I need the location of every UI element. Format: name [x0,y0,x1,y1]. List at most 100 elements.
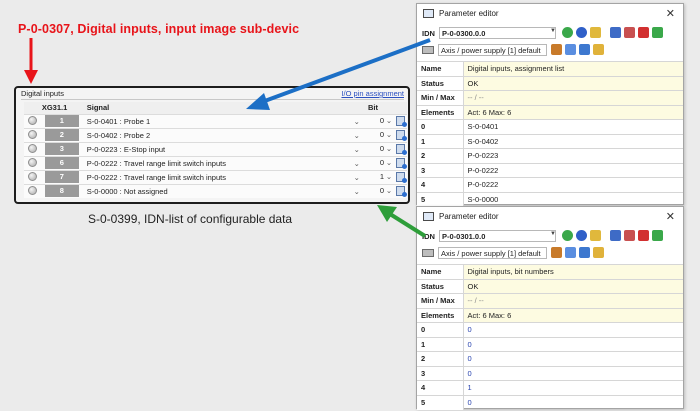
parameter-doc-icon[interactable] [396,116,407,127]
chevron-down-icon[interactable]: ⌄ [352,169,362,184]
wizard-icon[interactable] [593,247,604,258]
chevron-down-icon[interactable]: ⌄ [352,141,362,156]
chevron-down-icon[interactable]: ⌄ [384,172,394,181]
param-value[interactable]: S-0-0402 [463,133,683,149]
chevron-down-icon[interactable]: ▼ [550,231,556,237]
title-bar[interactable]: Parameter editor ✕ [417,207,683,228]
signal-select[interactable]: S-0-0401 : Probe 1 [81,113,353,128]
axis-field[interactable]: Axis / power supply [1] default [438,44,547,56]
table-row: 1 S-0-0401 : Probe 1 ⌄ 0 ⌄ [24,113,407,128]
param-key: 0 [417,119,464,134]
edit-icon[interactable] [579,247,590,258]
bit-select[interactable]: 0 ⌄ [361,183,407,198]
status-led-icon [24,155,42,170]
status-led-icon [24,127,42,142]
bit-select[interactable]: 0 ⌄ [361,113,407,128]
close-icon[interactable]: ✕ [666,7,675,20]
red-arrow-head [24,70,38,84]
param-value[interactable]: 0 [463,365,683,381]
help-icon[interactable] [576,27,587,38]
param-key: 2 [417,351,464,366]
close-icon[interactable]: ✕ [666,210,675,223]
import-icon[interactable] [624,27,635,38]
signal-select[interactable]: P-0-0222 : Travel range limit switch inp… [81,155,353,170]
param-value[interactable]: 0 [463,322,683,337]
chevron-down-icon[interactable]: ⌄ [352,183,362,198]
param-value[interactable]: P-0-0222 [463,177,683,192]
confirm-icon[interactable] [652,230,663,241]
chevron-down-icon[interactable]: ⌄ [384,130,394,139]
param-key: Status [417,278,464,294]
chevron-down-icon[interactable]: ▼ [550,28,556,34]
cancel-icon[interactable] [638,230,649,241]
edit-icon[interactable] [579,44,590,55]
param-value[interactable]: S-0-0000 [463,191,683,207]
param-value: -- / -- [463,90,683,105]
chevron-down-icon[interactable]: ⌄ [352,113,362,128]
param-value[interactable]: 0 [463,336,683,352]
param-value[interactable]: P-0-0223 [463,148,683,163]
signal-select[interactable]: P-0-0222 : Travel range limit switch inp… [81,169,353,184]
table-row: Elements Act: 6 Max: 6 [417,104,683,120]
filter-icon[interactable] [551,247,562,258]
chevron-down-icon[interactable]: ⌄ [352,127,362,142]
axis-field[interactable]: Axis / power supply [1] default [438,247,547,259]
chevron-down-icon[interactable]: ⌄ [384,116,394,125]
table-row: 1 S-0-0402 [417,133,683,149]
tools-icon[interactable] [590,27,601,38]
refresh-icon[interactable] [562,230,573,241]
confirm-icon[interactable] [652,27,663,38]
io-pin-assignment-link[interactable]: I/O pin assignment [341,89,404,98]
table-row: 2 S-0-0402 : Probe 2 ⌄ 0 ⌄ [24,127,407,142]
list-icon[interactable] [565,247,576,258]
digital-inputs-header: Digital inputs I/O pin assignment [21,89,404,99]
param-value[interactable]: S-0-0401 [463,119,683,134]
param-key: Name [417,264,464,279]
param-value[interactable]: 0 [463,351,683,366]
tools-icon[interactable] [590,230,601,241]
param-value[interactable]: P-0-0222 [463,162,683,178]
bit-select[interactable]: 1 ⌄ [361,169,407,184]
param-value[interactable]: 0 [463,394,683,410]
idn-label: IDN [422,232,435,241]
export-icon[interactable] [610,230,621,241]
parameter-doc-icon[interactable] [396,172,407,183]
wizard-icon[interactable] [593,44,604,55]
chevron-down-icon[interactable]: ⌄ [384,144,394,153]
bit-select[interactable]: 0 ⌄ [361,127,407,142]
parameter-doc-icon[interactable] [396,144,407,155]
annotation-caption: S-0-0399, IDN-list of configurable data [88,212,293,226]
title-bar[interactable]: Parameter editor ✕ [417,4,683,25]
help-icon[interactable] [576,230,587,241]
parameter-doc-icon[interactable] [396,158,407,169]
signal-select[interactable]: S-0-0000 : Not assigned [81,183,353,198]
bit-select[interactable]: 0 ⌄ [361,155,407,170]
signal-select[interactable]: S-0-0402 : Probe 2 [81,127,353,142]
param-value: OK [463,278,683,294]
param-key: 4 [417,177,464,192]
signal-select[interactable]: P-0-0223 : E-Stop input [81,141,353,156]
table-row: Name Digital inputs, bit numbers [417,264,683,279]
cancel-icon[interactable] [638,27,649,38]
parameter-doc-icon[interactable] [396,130,407,141]
pin-cell: 1 [41,113,82,128]
parameter-doc-icon[interactable] [396,186,407,198]
list-icon[interactable] [565,44,576,55]
idn-field[interactable]: P-0-0300.0.0 [439,27,556,39]
chevron-down-icon[interactable]: ⌄ [352,155,362,170]
chevron-down-icon[interactable]: ⌄ [384,186,394,195]
export-icon[interactable] [610,27,621,38]
table-row: Status OK [417,278,683,294]
drive-icon [422,46,434,54]
table-row: Status OK [417,75,683,91]
refresh-icon[interactable] [562,27,573,38]
filter-icon[interactable] [551,44,562,55]
pin-cell: 8 [41,183,82,198]
param-key: Elements [417,307,464,323]
import-icon[interactable] [624,230,635,241]
param-key: Min / Max [417,90,464,105]
chevron-down-icon[interactable]: ⌄ [384,158,394,167]
param-value[interactable]: 1 [463,380,683,395]
bit-select[interactable]: 0 ⌄ [361,141,407,156]
idn-field[interactable]: P-0-0301.0.0 [439,230,556,242]
